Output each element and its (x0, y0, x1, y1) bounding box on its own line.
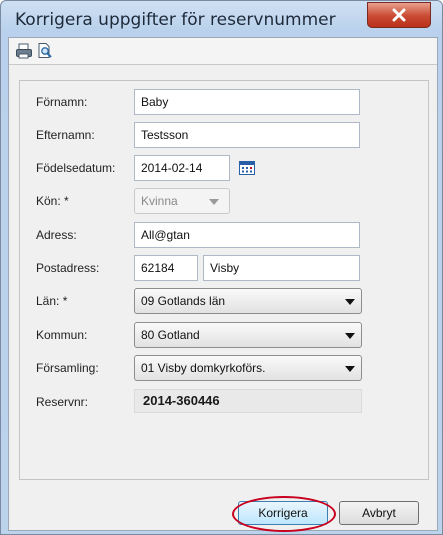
kon-select-value: Kvinna (141, 194, 178, 208)
fornamn-field[interactable]: Baby (134, 89, 360, 115)
dialog-client-area: Förnamn: Baby Efternamn: Testsson Födels… (8, 37, 438, 532)
close-icon (392, 8, 406, 22)
lan-select-value: 09 Gotlands län (141, 294, 226, 308)
postadress-label: Postadress: (36, 261, 100, 275)
kon-label: Kön: * (36, 194, 69, 208)
kommun-select[interactable]: 80 Gotland (134, 322, 362, 348)
lan-label: Län: * (36, 294, 68, 308)
fodelsedatum-field[interactable]: 2014-02-14 (134, 155, 230, 181)
forsamling-label: Församling: (36, 361, 99, 375)
adress-field[interactable]: All@gtan (134, 222, 360, 248)
title-bar[interactable]: Korrigera uppgifter för reservnummer (1, 1, 442, 37)
print-icon[interactable] (15, 42, 33, 60)
forsamling-select-value: 01 Visby domkyrkoförs. (141, 361, 266, 375)
efternamn-label: Efternamn: (36, 128, 95, 142)
window-title: Korrigera uppgifter för reservnummer (15, 10, 336, 30)
toolbar (9, 38, 437, 65)
forsamling-select[interactable]: 01 Visby domkyrkoförs. (134, 355, 362, 381)
reservnr-value: 2014-360446 (134, 389, 362, 413)
fodelsedatum-label: Födelsedatum: (36, 161, 116, 175)
form-panel: Förnamn: Baby Efternamn: Testsson Födels… (19, 80, 429, 480)
kommun-label: Kommun: (36, 328, 88, 342)
ort-field[interactable]: Visby (203, 255, 360, 281)
calendar-icon[interactable] (239, 161, 255, 175)
reservnr-label: Reservnr: (36, 395, 89, 409)
chevron-down-icon (345, 366, 355, 372)
postnummer-field[interactable]: 62184 (134, 255, 198, 281)
chevron-down-icon (209, 199, 219, 205)
highlight-circle (232, 496, 336, 532)
chevron-down-icon (345, 333, 355, 339)
dialog-window: Korrigera uppgifter för reservnummer För… (0, 0, 443, 535)
efternamn-field[interactable]: Testsson (134, 122, 360, 148)
chevron-down-icon (345, 299, 355, 305)
kon-select: Kvinna (134, 188, 230, 214)
adress-label: Adress: (36, 228, 77, 242)
close-button[interactable] (367, 2, 431, 28)
avbryt-button[interactable]: Avbryt (339, 501, 419, 525)
lan-select[interactable]: 09 Gotlands län (134, 288, 362, 314)
print-preview-icon[interactable] (36, 42, 54, 60)
fornamn-label: Förnamn: (36, 95, 88, 109)
kommun-select-value: 80 Gotland (141, 328, 200, 342)
